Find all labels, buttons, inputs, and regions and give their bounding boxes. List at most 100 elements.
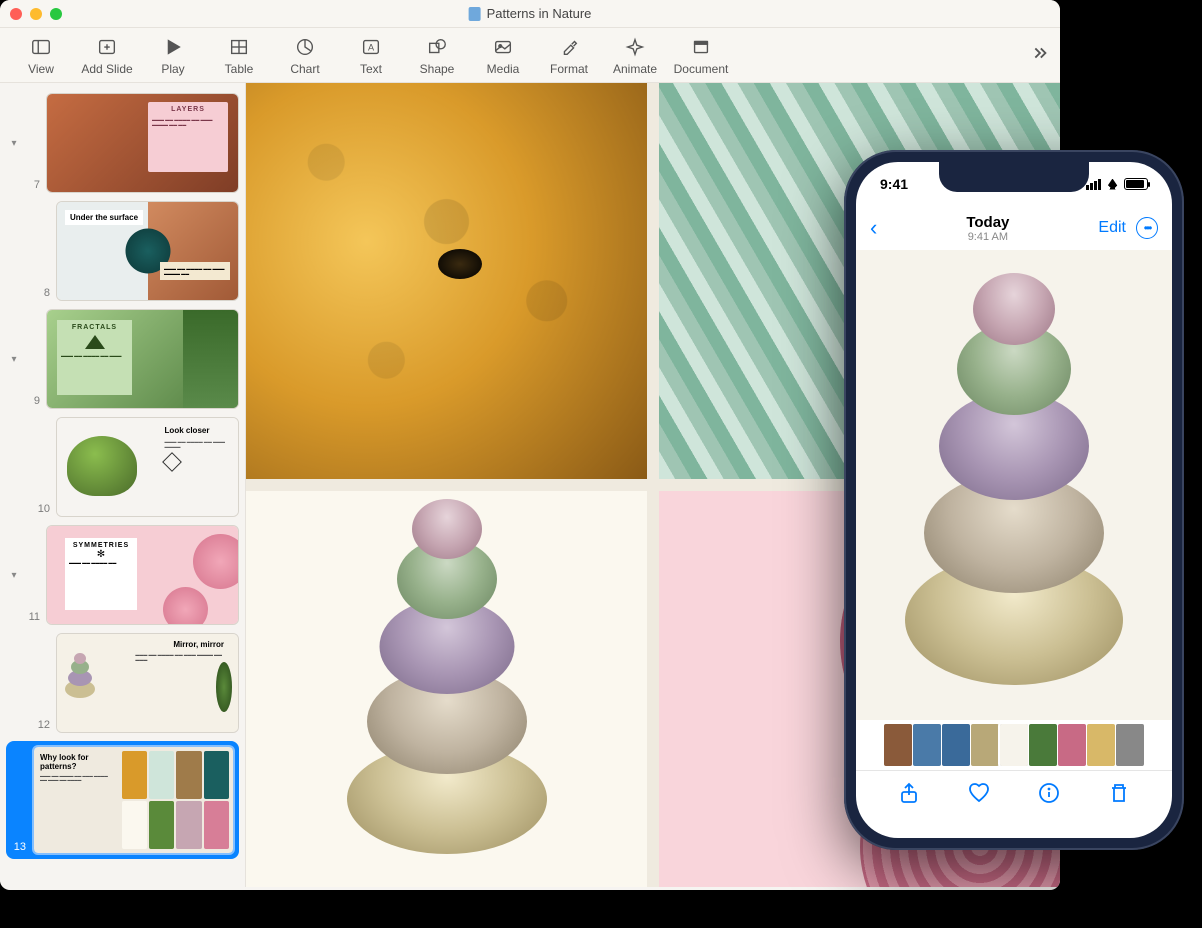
info-button[interactable] bbox=[1037, 781, 1061, 810]
slide-number: 9 bbox=[24, 395, 40, 409]
delete-button[interactable] bbox=[1107, 781, 1131, 810]
slide-number: 13 bbox=[10, 841, 26, 855]
add-slide-icon bbox=[96, 36, 118, 58]
toolbar-label: Play bbox=[161, 62, 184, 76]
shape-icon bbox=[426, 36, 448, 58]
slide-title-label: Mirror, mirror bbox=[135, 640, 232, 649]
slide-number: 10 bbox=[34, 503, 50, 517]
favorite-button[interactable] bbox=[967, 781, 991, 810]
photo-viewer[interactable] bbox=[856, 250, 1172, 720]
format-button[interactable]: Format bbox=[536, 36, 602, 76]
slide-title-label: Look closer bbox=[165, 426, 230, 435]
animate-icon bbox=[624, 36, 646, 58]
slide-title-label: Under the surface bbox=[65, 210, 143, 225]
document-title: Patterns in Nature bbox=[469, 6, 592, 21]
window-controls bbox=[10, 8, 62, 20]
status-time: 9:41 bbox=[880, 176, 908, 192]
filmstrip-thumb[interactable] bbox=[884, 724, 912, 766]
photos-nav-bar: ‹ Today 9:41 AM Edit ••• bbox=[856, 206, 1172, 250]
share-button[interactable] bbox=[897, 781, 921, 810]
slide-thumbnail-7[interactable]: ▾ 7 LAYERS▬▬▬ ▬▬ ▬▬▬▬ ▬▬ ▬▬▬ ▬▬▬▬ ▬▬ ▬▬ bbox=[6, 93, 239, 193]
close-window-button[interactable] bbox=[10, 8, 22, 20]
back-button[interactable]: ‹ bbox=[870, 215, 877, 241]
slide-thumbnail-8[interactable]: 8 Under the surface ▬▬▬ ▬▬ ▬▬▬▬ ▬▬ ▬▬▬ ▬… bbox=[6, 201, 239, 301]
toolbar-overflow-button[interactable] bbox=[1028, 42, 1050, 69]
slide-number: 11 bbox=[24, 611, 40, 625]
filmstrip-thumb[interactable] bbox=[1116, 724, 1144, 766]
toolbar: View Add Slide Play Table Chart A Text S… bbox=[0, 28, 1060, 83]
chart-button[interactable]: Chart bbox=[272, 36, 338, 76]
media-button[interactable]: Media bbox=[470, 36, 536, 76]
toolbar-label: Animate bbox=[613, 62, 657, 76]
filmstrip-thumb[interactable] bbox=[971, 724, 999, 766]
animate-button[interactable]: Animate bbox=[602, 36, 668, 76]
slide-thumbnail-10[interactable]: 10 Look closer▬▬▬ ▬▬ ▬▬▬▬ ▬▬ ▬▬▬ ▬▬▬▬ bbox=[6, 417, 239, 517]
toolbar-label: Shape bbox=[420, 62, 455, 76]
slide-thumbnail-13[interactable]: 13 Why look for patterns?▬▬▬ ▬▬ ▬▬▬▬ ▬▬ … bbox=[6, 741, 239, 859]
toolbar-label: Media bbox=[487, 62, 520, 76]
slide-title-label: LAYERS bbox=[152, 106, 224, 113]
slide-thumbnail-12[interactable]: 12 Mirror, mirror▬▬▬ ▬▬ ▬▬▬▬ ▬▬ ▬▬▬ ▬▬▬▬… bbox=[6, 633, 239, 733]
slide-thumbnail-9[interactable]: ▾ 9 FRACTALS▬▬▬ ▬▬ ▬▬▬▬ ▬▬ ▬▬▬ bbox=[6, 309, 239, 409]
photo-time-subtitle: 9:41 AM bbox=[966, 231, 1009, 243]
photo-date-title: Today bbox=[966, 214, 1009, 231]
filmstrip-thumb-selected[interactable] bbox=[1000, 724, 1028, 766]
play-icon bbox=[162, 36, 184, 58]
add-slide-button[interactable]: Add Slide bbox=[74, 36, 140, 76]
toolbar-label: Text bbox=[360, 62, 382, 76]
text-icon: A bbox=[360, 36, 382, 58]
filmstrip-thumb[interactable] bbox=[1087, 724, 1115, 766]
svg-text:A: A bbox=[368, 43, 375, 53]
slide-thumbnail-11[interactable]: ▾ 11 SYMMETRIES✻▬▬▬ ▬▬ ▬▬▬▬ ▬▬ bbox=[6, 525, 239, 625]
slide-image-urchins[interactable] bbox=[246, 491, 647, 887]
minimize-window-button[interactable] bbox=[30, 8, 42, 20]
slide-number: 8 bbox=[34, 287, 50, 301]
slide-title-label: Why look for patterns? bbox=[40, 753, 112, 771]
titlebar: Patterns in Nature bbox=[0, 0, 1060, 28]
photo-date-header: Today 9:41 AM bbox=[966, 214, 1009, 243]
slide-title-label: FRACTALS bbox=[61, 324, 128, 331]
cellular-signal-icon bbox=[1086, 179, 1101, 190]
toolbar-label: Format bbox=[550, 62, 588, 76]
slide-number: 7 bbox=[24, 179, 40, 193]
photo-filmstrip[interactable] bbox=[856, 720, 1172, 770]
table-icon bbox=[228, 36, 250, 58]
toolbar-label: Document bbox=[674, 62, 729, 76]
disclosure-triangle-icon[interactable]: ▾ bbox=[6, 570, 22, 581]
filmstrip-thumb[interactable] bbox=[1029, 724, 1057, 766]
filmstrip-thumb[interactable] bbox=[942, 724, 970, 766]
table-button[interactable]: Table bbox=[206, 36, 272, 76]
iphone-device: 9:41 ‹ Today 9:41 AM Edit ••• bbox=[844, 150, 1184, 850]
document-title-text: Patterns in Nature bbox=[487, 6, 592, 21]
toolbar-label: Table bbox=[225, 62, 254, 76]
chart-icon bbox=[294, 36, 316, 58]
photos-toolbar bbox=[856, 770, 1172, 838]
slide-navigator[interactable]: ▾ 7 LAYERS▬▬▬ ▬▬ ▬▬▬▬ ▬▬ ▬▬▬ ▬▬▬▬ ▬▬ ▬▬ … bbox=[0, 83, 246, 887]
slide-title-label: SYMMETRIES bbox=[69, 542, 133, 549]
disclosure-triangle-icon[interactable]: ▾ bbox=[6, 138, 22, 149]
play-button[interactable]: Play bbox=[140, 36, 206, 76]
keynote-file-icon bbox=[469, 7, 481, 21]
view-icon bbox=[30, 36, 52, 58]
format-icon bbox=[558, 36, 580, 58]
zoom-window-button[interactable] bbox=[50, 8, 62, 20]
document-button[interactable]: Document bbox=[668, 36, 734, 76]
iphone-screen: 9:41 ‹ Today 9:41 AM Edit ••• bbox=[856, 162, 1172, 838]
more-options-button[interactable]: ••• bbox=[1136, 217, 1158, 239]
slide-image-honeycomb[interactable] bbox=[246, 83, 647, 479]
toolbar-label: View bbox=[28, 62, 54, 76]
toolbar-label: Add Slide bbox=[81, 62, 132, 76]
media-icon bbox=[492, 36, 514, 58]
view-button[interactable]: View bbox=[8, 36, 74, 76]
edit-button[interactable]: Edit bbox=[1098, 219, 1126, 237]
filmstrip-thumb[interactable] bbox=[1058, 724, 1086, 766]
text-button[interactable]: A Text bbox=[338, 36, 404, 76]
document-icon bbox=[690, 36, 712, 58]
shape-button[interactable]: Shape bbox=[404, 36, 470, 76]
wifi-icon bbox=[1105, 179, 1120, 190]
battery-icon bbox=[1124, 178, 1148, 190]
filmstrip-thumb[interactable] bbox=[913, 724, 941, 766]
slide-number: 12 bbox=[34, 719, 50, 733]
disclosure-triangle-icon[interactable]: ▾ bbox=[6, 354, 22, 365]
iphone-notch bbox=[939, 162, 1089, 192]
